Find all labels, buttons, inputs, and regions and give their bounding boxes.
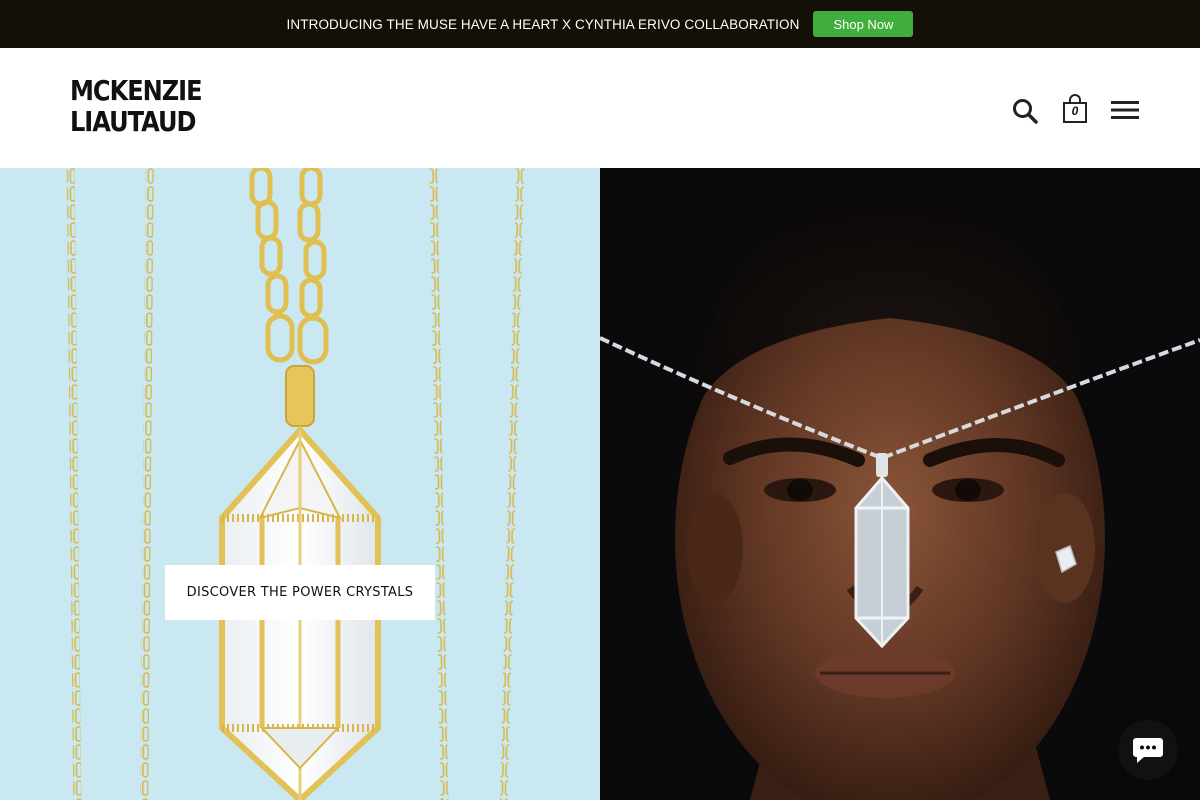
chat-bubble-icon[interactable] — [1118, 720, 1178, 780]
announcement-text: INTRODUCING THE MUSE HAVE A HEART X CYNT… — [286, 16, 800, 32]
cart-icon[interactable]: 0 — [1062, 94, 1088, 124]
hero-panel-model[interactable] — [600, 168, 1200, 800]
hero-panel-crystals[interactable]: DISCOVER THE POWER CRYSTALS — [0, 168, 600, 800]
brand-logo[interactable]: MCKENZIE LIAUTAUD — [70, 74, 203, 143]
model-portrait-image — [600, 168, 1200, 800]
cart-count: 0 — [1071, 104, 1079, 118]
announcement-bar: INTRODUCING THE MUSE HAVE A HEART X CYNT… — [0, 0, 1200, 48]
search-icon[interactable] — [1012, 98, 1038, 124]
logo-line-1: MCKENZIE — [70, 74, 203, 107]
menu-icon[interactable] — [1111, 100, 1139, 120]
shop-now-button[interactable]: Shop Now — [813, 11, 914, 37]
logo-line-2: LIAUTAUD — [70, 105, 197, 138]
discover-power-crystals-button[interactable]: DISCOVER THE POWER CRYSTALS — [165, 565, 435, 620]
crystal-pendant-image — [66, 168, 525, 800]
site-header: MCKENZIE LIAUTAUD 0 — [0, 48, 1200, 168]
